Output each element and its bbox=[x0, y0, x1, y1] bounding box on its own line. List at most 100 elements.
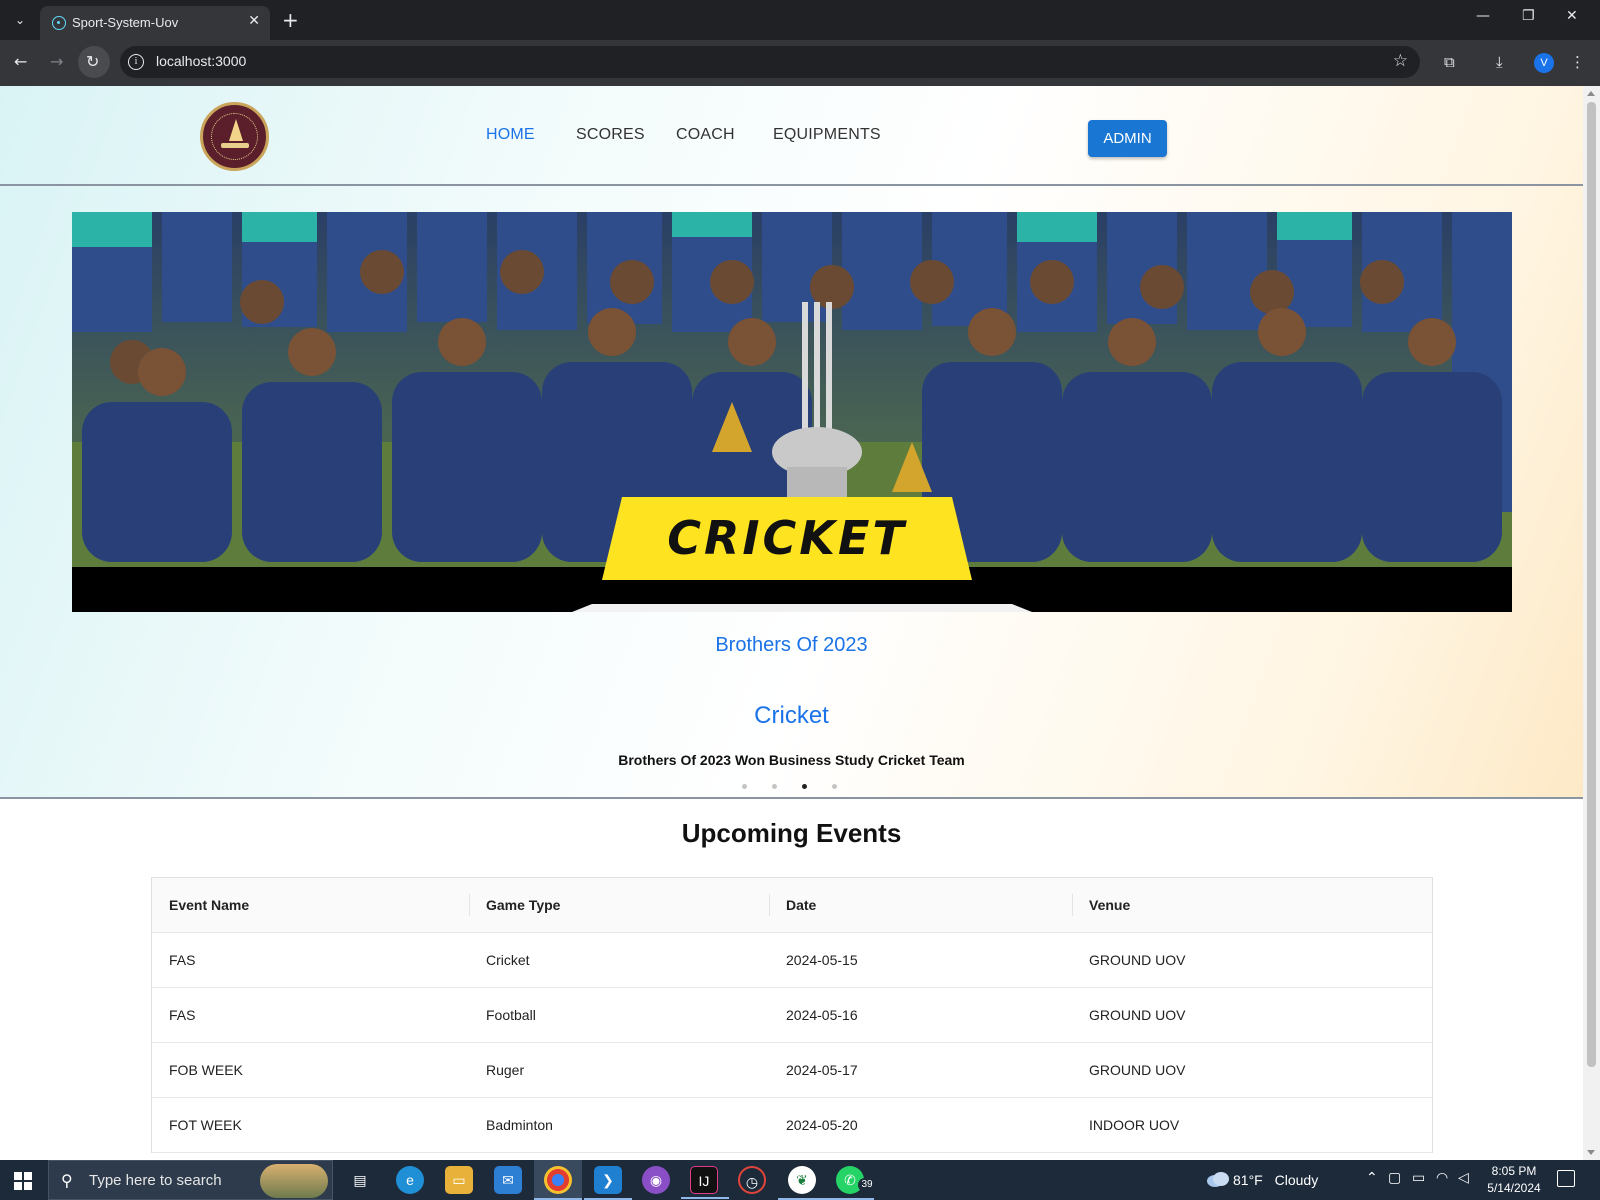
table-row[interactable]: FAS Football 2024-05-16 GROUND UOV bbox=[152, 988, 1432, 1043]
slide-caption-sport: Cricket bbox=[754, 702, 829, 729]
nav-scores[interactable]: SCORES bbox=[576, 126, 645, 144]
cell-event-name: FAS bbox=[169, 952, 196, 968]
carousel-dot-1[interactable] bbox=[742, 784, 747, 789]
nav-coach[interactable]: COACH bbox=[676, 126, 735, 144]
table-row[interactable]: FOT WEEK Badminton 2024-05-20 INDOOR UOV bbox=[152, 1098, 1432, 1153]
weather-widget[interactable]: 81°F Cloudy bbox=[1233, 1172, 1318, 1188]
task-view-icon[interactable]: ▤ bbox=[346, 1166, 374, 1194]
clock-time: 8:05 PM bbox=[1491, 1164, 1537, 1178]
wifi-icon[interactable]: ◠ bbox=[1436, 1170, 1448, 1186]
search-icon: ⚲ bbox=[61, 1171, 73, 1190]
edge-icon[interactable]: e bbox=[396, 1166, 424, 1194]
url-text[interactable]: localhost:3000 bbox=[156, 53, 246, 69]
carousel-dot-4[interactable] bbox=[832, 784, 837, 789]
intellij-icon[interactable]: IJ bbox=[681, 1166, 729, 1199]
windows-start-icon[interactable] bbox=[14, 1172, 32, 1190]
forward-icon[interactable]: → bbox=[50, 52, 63, 72]
cell-game-type: Ruger bbox=[486, 1062, 525, 1078]
university-logo[interactable] bbox=[200, 102, 269, 171]
site-info-icon[interactable]: i bbox=[128, 54, 144, 70]
browser-tabbar: ⌄ Sport-System-Uov ✕ + — ❐ ✕ bbox=[0, 0, 1600, 40]
address-bar[interactable]: i localhost:3000 ☆ bbox=[120, 46, 1420, 78]
slide-caption-description: Brothers Of 2023 Won Business Study Cric… bbox=[618, 752, 965, 768]
scroll-up-arrow-icon[interactable] bbox=[1587, 91, 1595, 96]
bookmark-star-icon[interactable]: ☆ bbox=[1393, 51, 1408, 71]
column-separator bbox=[769, 894, 770, 916]
file-explorer-icon[interactable]: ▭ bbox=[445, 1166, 473, 1194]
cell-date: 2024-05-15 bbox=[786, 952, 858, 968]
weather-description: Cloudy bbox=[1274, 1172, 1319, 1188]
carousel-dot-3[interactable] bbox=[802, 784, 807, 789]
reload-icon[interactable]: ↻ bbox=[86, 52, 99, 72]
carousel-dot-2[interactable] bbox=[772, 784, 777, 789]
chrome-icon[interactable] bbox=[534, 1166, 582, 1200]
cloudy-weather-icon bbox=[1206, 1171, 1230, 1187]
logo-lamp-icon bbox=[229, 119, 243, 141]
cell-event-name: FOT WEEK bbox=[169, 1117, 242, 1133]
meet-now-icon[interactable]: ▢ bbox=[1388, 1170, 1401, 1186]
weather-temp: 81°F bbox=[1233, 1172, 1263, 1188]
system-clock[interactable]: 8:05 PM 5/14/2024 bbox=[1484, 1163, 1544, 1197]
cricket-banner-text: CRICKET bbox=[667, 511, 907, 565]
slide-caption-title: Brothers Of 2023 bbox=[715, 634, 868, 656]
search-placeholder: Type here to search bbox=[89, 1172, 222, 1189]
mongodb-compass-icon[interactable]: ❦ bbox=[778, 1166, 826, 1200]
clock-app-icon[interactable]: ◷ bbox=[738, 1166, 766, 1194]
vscode-icon[interactable]: ❯ bbox=[584, 1166, 632, 1200]
profile-avatar[interactable]: V bbox=[1534, 53, 1554, 73]
table-row[interactable]: FAS Cricket 2024-05-15 GROUND UOV bbox=[152, 933, 1432, 988]
search-highlight-image bbox=[260, 1164, 328, 1198]
tab-close-icon[interactable]: ✕ bbox=[248, 13, 260, 29]
nav-home[interactable]: HOME bbox=[486, 126, 535, 144]
tab-title: Sport-System-Uov bbox=[72, 15, 179, 30]
admin-button[interactable]: ADMIN bbox=[1088, 120, 1167, 157]
page-scrollbar[interactable] bbox=[1583, 86, 1600, 1160]
volume-icon[interactable]: ◁ bbox=[1458, 1170, 1469, 1186]
browser-tab-active[interactable]: Sport-System-Uov ✕ bbox=[40, 6, 270, 40]
restore-icon[interactable]: ❐ bbox=[1522, 8, 1535, 24]
cell-event-name: FOB WEEK bbox=[169, 1062, 243, 1078]
cell-date: 2024-05-20 bbox=[786, 1117, 858, 1133]
notifications-icon[interactable] bbox=[1557, 1170, 1575, 1187]
column-separator bbox=[469, 894, 470, 916]
tab-search-chevron-icon[interactable]: ⌄ bbox=[8, 8, 32, 32]
clock-date: 5/14/2024 bbox=[1487, 1181, 1541, 1195]
scroll-down-arrow-icon[interactable] bbox=[1587, 1150, 1595, 1155]
cell-venue: INDOOR UOV bbox=[1089, 1117, 1180, 1133]
column-header-event-name[interactable]: Event Name bbox=[169, 897, 249, 913]
taskbar-search-box[interactable]: ⚲ Type here to search bbox=[48, 1160, 333, 1200]
minimize-icon[interactable]: — bbox=[1476, 8, 1490, 24]
cell-game-type: Cricket bbox=[486, 952, 530, 968]
cell-venue: GROUND UOV bbox=[1089, 1007, 1186, 1023]
scrollbar-thumb[interactable] bbox=[1587, 102, 1596, 1067]
column-header-game-type[interactable]: Game Type bbox=[486, 897, 560, 913]
close-window-icon[interactable]: ✕ bbox=[1566, 8, 1578, 24]
cell-event-name: FAS bbox=[169, 1007, 196, 1023]
site-header: HOME SCORES COACH EQUIPMENTS ADMIN bbox=[0, 86, 1583, 186]
cell-venue: GROUND UOV bbox=[1089, 952, 1186, 968]
column-separator bbox=[1072, 894, 1073, 916]
windows-taskbar: ⚲ Type here to search ▤ e ▭ ✉ ❯ ◉ IJ ◷ ❦… bbox=[0, 1160, 1600, 1200]
section-divider bbox=[0, 797, 1583, 799]
mail-icon[interactable]: ✉ bbox=[494, 1166, 522, 1194]
table-row[interactable]: FOB WEEK Ruger 2024-05-17 GROUND UOV bbox=[152, 1043, 1432, 1098]
tray-chevron-icon[interactable]: ⌃ bbox=[1366, 1170, 1378, 1186]
back-icon[interactable]: ← bbox=[14, 52, 27, 72]
nav-equipments[interactable]: EQUIPMENTS bbox=[773, 126, 881, 144]
team-photo: CRICKET bbox=[72, 212, 1512, 612]
carousel-slide-image[interactable]: CRICKET bbox=[72, 212, 1512, 612]
new-tab-icon[interactable]: + bbox=[282, 8, 299, 32]
download-icon[interactable]: ⤓ bbox=[1496, 53, 1503, 71]
logo-base bbox=[221, 143, 249, 148]
extensions-icon[interactable]: ⧉ bbox=[1444, 53, 1455, 71]
browser-toolbar: ← → ↻ i localhost:3000 ☆ ⧉ ⤓ V ⋮ bbox=[0, 40, 1600, 86]
page-viewport: HOME SCORES COACH EQUIPMENTS ADMIN CRICK… bbox=[0, 86, 1600, 1160]
column-header-venue[interactable]: Venue bbox=[1089, 897, 1130, 913]
events-table: Event Name Game Type Date Venue FAS Cric… bbox=[151, 877, 1433, 1153]
battery-icon[interactable]: ▭ bbox=[1412, 1170, 1425, 1186]
github-desktop-icon[interactable]: ◉ bbox=[642, 1166, 670, 1194]
browser-menu-icon[interactable]: ⋮ bbox=[1570, 53, 1585, 71]
cell-game-type: Badminton bbox=[486, 1117, 553, 1133]
column-header-date[interactable]: Date bbox=[786, 897, 816, 913]
carousel-indicators bbox=[742, 784, 842, 792]
